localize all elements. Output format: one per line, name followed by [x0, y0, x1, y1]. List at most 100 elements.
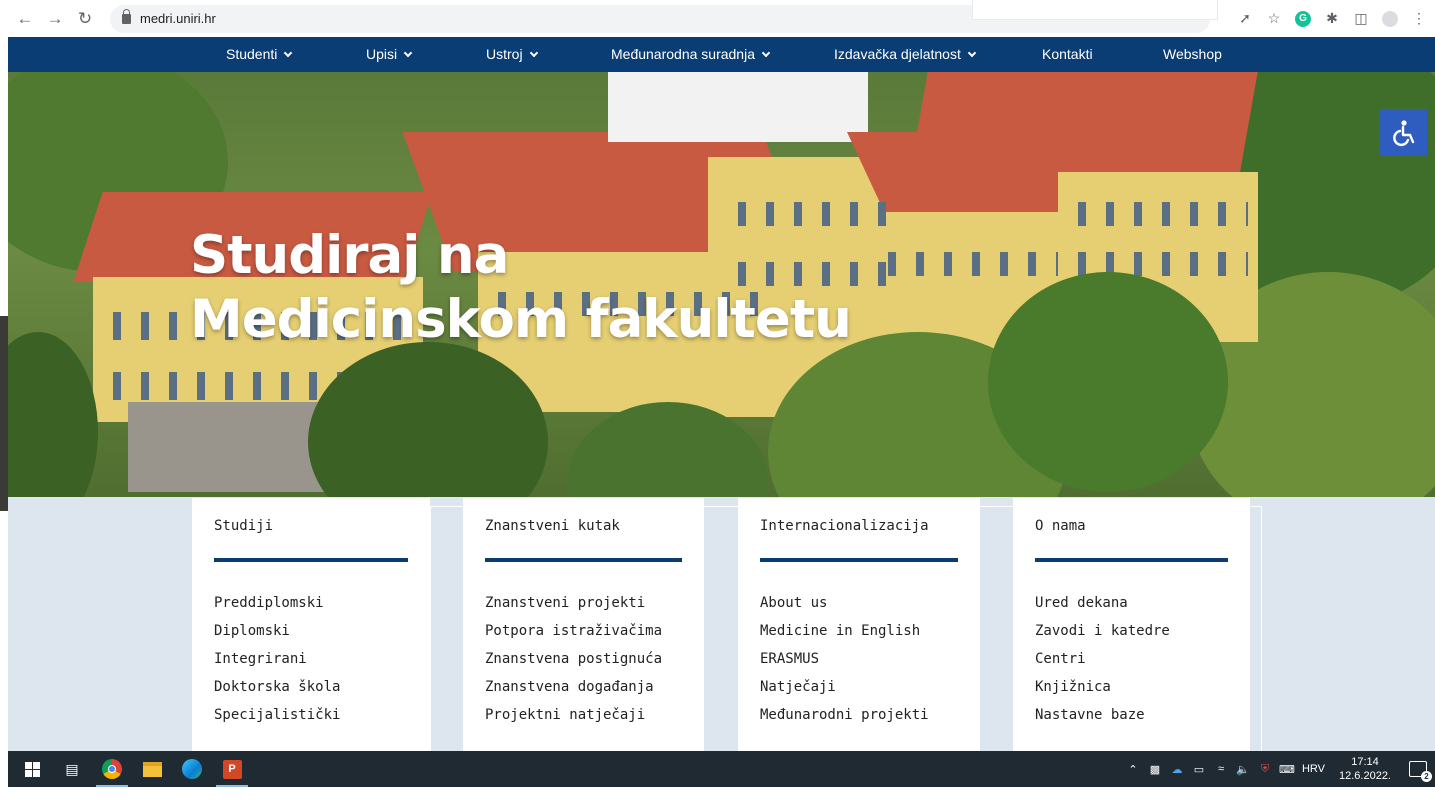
system-tray: ⌃ ▩ ☁ ▭ ≈ 🔈 ⛨ ⌨ HRV 17:14 12.6.2022. 2 — [1126, 751, 1432, 787]
language-indicator[interactable]: HRV — [1302, 763, 1325, 775]
tree-foliage — [988, 272, 1228, 492]
nav-item-upisi[interactable]: Upisi — [366, 37, 413, 72]
chevron-down-icon — [761, 48, 771, 58]
security-shield-icon[interactable]: ⛨ — [1258, 762, 1272, 776]
card-link[interactable]: Međunarodni projekti — [760, 708, 958, 736]
chevron-down-icon — [403, 48, 413, 58]
building-roof — [908, 72, 1258, 182]
nav-label: Webshop — [1163, 46, 1222, 62]
card-internacionalizacija: Internacionalizacija About us Medicine i… — [738, 498, 980, 751]
touchpad-icon[interactable]: ▩ — [1148, 762, 1162, 776]
card-link[interactable]: Natječaji — [760, 680, 958, 708]
card-title: Studiji — [214, 518, 274, 534]
volume-icon[interactable]: 🔈 — [1236, 762, 1250, 776]
card-link[interactable]: Knjižnica — [1035, 680, 1228, 708]
card-link[interactable]: Znanstveni projekti — [485, 596, 682, 624]
card-link[interactable]: Medicine in English — [760, 624, 958, 652]
card-znanstveni-kutak: Znanstveni kutak Znanstveni projekti Pot… — [463, 498, 704, 751]
card-link[interactable]: Centri — [1035, 652, 1228, 680]
chevron-down-icon — [967, 48, 977, 58]
building-roof-flat — [608, 72, 868, 142]
side-panel-icon[interactable]: ◫ — [1353, 10, 1369, 27]
task-view-icon: ▤ — [65, 760, 79, 777]
accessibility-button[interactable] — [1380, 109, 1427, 156]
browser-toolbar: ← → ↻ medri.uniri.hr ➚ ☆ G ✱ ◫ ⋮ — [0, 0, 1435, 37]
card-title: Internacionalizacija — [760, 518, 929, 534]
nav-item-medunarodna-suradnja[interactable]: Međunarodna suradnja — [611, 37, 771, 72]
nav-item-ustroj[interactable]: Ustroj — [486, 37, 538, 72]
menu-kebab-icon[interactable]: ⋮ — [1411, 10, 1427, 27]
edge-icon — [182, 759, 202, 779]
back-arrow-icon[interactable]: ← — [14, 8, 36, 30]
hero-title: Studiraj na Medicinskom fakultetu — [190, 224, 852, 352]
nav-label: Ustroj — [486, 46, 523, 62]
nav-label: Međunarodna suradnja — [611, 46, 755, 62]
battery-icon[interactable]: ▭ — [1192, 762, 1206, 776]
nav-item-webshop[interactable]: Webshop — [1163, 37, 1222, 72]
profile-avatar-icon[interactable] — [1382, 10, 1398, 27]
clock[interactable]: 17:14 12.6.2022. — [1339, 755, 1391, 783]
nav-item-studenti[interactable]: Studenti — [226, 37, 293, 72]
card-link[interactable]: About us — [760, 596, 958, 624]
card-link[interactable]: Zavodi i katedre — [1035, 624, 1228, 652]
card-link[interactable]: Znanstvena postignuća — [485, 652, 682, 680]
windows-taskbar: ▤ P ⌃ ▩ ☁ ▭ ≈ 🔈 ⛨ ⌨ HRV 17:14 12.6.2022.… — [8, 751, 1435, 787]
nav-label: Upisi — [366, 46, 398, 62]
wifi-icon[interactable]: ≈ — [1214, 762, 1228, 776]
taskbar-powerpoint[interactable]: P — [212, 751, 252, 787]
card-link[interactable]: Preddiplomski — [214, 596, 408, 624]
forward-arrow-icon[interactable]: → — [44, 8, 66, 30]
extensions-puzzle-icon[interactable]: ✱ — [1324, 10, 1340, 27]
start-button[interactable] — [12, 751, 52, 787]
card-link[interactable]: Specijalistički — [214, 708, 408, 736]
notification-badge: 2 — [1421, 771, 1432, 782]
chevron-up-icon[interactable]: ⌃ — [1126, 762, 1140, 776]
chevron-down-icon — [284, 48, 293, 58]
taskbar-file-explorer[interactable] — [132, 751, 172, 787]
hero-title-line: Medicinskom fakultetu — [190, 289, 852, 350]
onedrive-cloud-icon[interactable]: ☁ — [1170, 762, 1184, 776]
chrome-icon — [102, 759, 122, 779]
tree-foliage — [8, 332, 98, 522]
nav-label: Studenti — [226, 46, 278, 62]
hero-banner: Studiraj na Medicinskom fakultetu — [8, 72, 1435, 522]
card-link[interactable]: Nastavne baze — [1035, 708, 1228, 736]
card-link[interactable]: ERASMUS — [760, 652, 958, 680]
clock-time: 17:14 — [1351, 756, 1379, 768]
lock-icon — [122, 8, 131, 24]
card-divider — [214, 558, 408, 562]
folder-icon — [142, 761, 162, 777]
taskbar-edge[interactable] — [172, 751, 212, 787]
card-divider — [485, 558, 682, 562]
card-link[interactable]: Diplomski — [214, 624, 408, 652]
grammarly-icon[interactable]: G — [1295, 10, 1311, 27]
hero-title-line: Studiraj na — [190, 225, 509, 286]
clock-date: 12.6.2022. — [1339, 770, 1391, 782]
url-text: medri.uniri.hr — [140, 11, 216, 26]
notification-center-icon[interactable]: 2 — [1409, 761, 1432, 782]
card-studiji: Studiji Preddiplomski Diplomski Integrir… — [192, 498, 430, 751]
reload-icon[interactable]: ↻ — [74, 8, 96, 30]
main-navigation: Studenti Upisi Ustroj Međunarodna suradn… — [8, 37, 1435, 72]
building-windows — [878, 252, 1058, 276]
card-link[interactable]: Doktorska škola — [214, 680, 408, 708]
building-windows — [1068, 202, 1248, 226]
card-link[interactable]: Potpora istraživačima — [485, 624, 682, 652]
card-title: O nama — [1035, 518, 1086, 534]
share-icon[interactable]: ➚ — [1237, 10, 1253, 27]
keyboard-icon[interactable]: ⌨ — [1279, 762, 1295, 776]
bookmark-star-icon[interactable]: ☆ — [1266, 10, 1282, 27]
windows-logo-icon — [24, 761, 40, 777]
building-base — [128, 402, 328, 492]
nav-item-kontakti[interactable]: Kontakti — [1042, 37, 1093, 72]
card-link[interactable]: Integrirani — [214, 652, 408, 680]
card-link[interactable]: Znanstvena događanja — [485, 680, 682, 708]
nav-item-izdavacka-djelatnost[interactable]: Izdavačka djelatnost — [834, 37, 977, 72]
taskbar-chrome[interactable] — [92, 751, 132, 787]
card-link[interactable]: Projektni natječaji — [485, 708, 682, 736]
card-link[interactable]: Ured dekana — [1035, 596, 1228, 624]
nav-label: Izdavačka djelatnost — [834, 46, 961, 62]
building-windows — [728, 202, 888, 226]
task-view-button[interactable]: ▤ — [52, 751, 92, 787]
powerpoint-icon: P — [222, 759, 242, 779]
